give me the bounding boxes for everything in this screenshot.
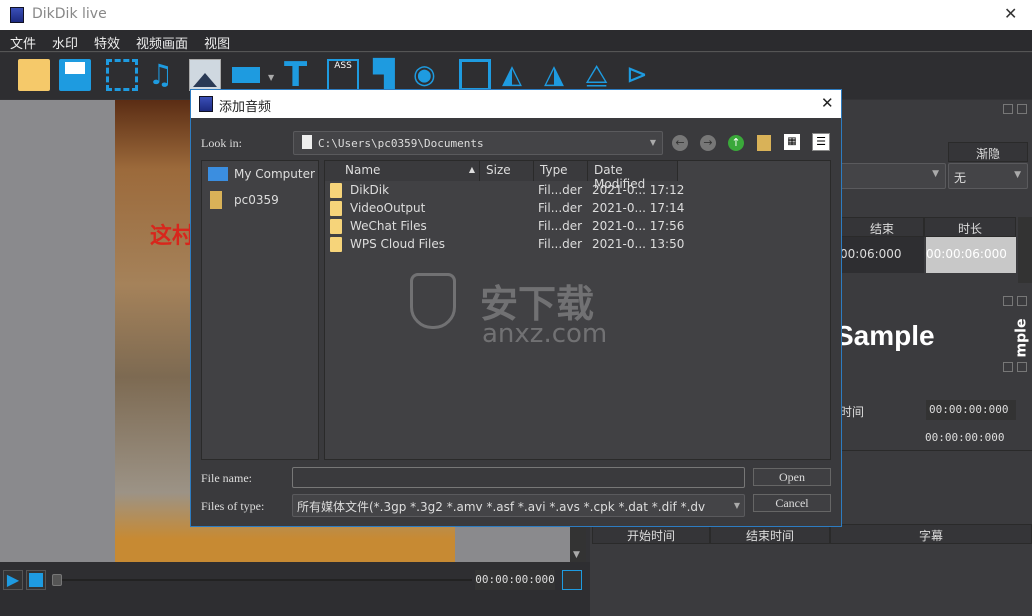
menu-watermark[interactable]: 水印 [42,30,84,52]
fade-header: 渐隐 [948,142,1028,162]
crop-icon[interactable] [459,59,491,91]
seek-bar[interactable] [62,579,472,581]
menu-video[interactable]: 视频画面 [126,30,194,52]
dialog-title-bar: 添加音频 ✕ [191,90,841,118]
col-subtitle: 字幕 [830,524,1032,544]
file-list: Name ▲ Size Type Date Modified DikDik Fil.… [324,160,831,460]
sample-vertical-text: mple [1013,318,1030,358]
col-start-time: 开始时间 [592,524,710,544]
sort-asc-icon: ▲ [468,165,475,174]
files-of-type-label: Files of type: [201,499,265,513]
forward-icon[interactable]: → [700,135,716,151]
duration-cell: 00:00:06:000 [926,237,1016,273]
ass-subtitle-icon[interactable]: ASS [327,59,359,91]
rotate-right-icon[interactable]: ◮ [544,59,576,91]
close-icon[interactable]: ✕ [1004,4,1017,23]
up-icon[interactable]: ↑ [728,135,744,151]
menu-effects[interactable]: 特效 [84,30,126,52]
player-controls: ▶ 00:00:00:000 [0,562,590,616]
time-readout: 00:00:00:000 [925,431,1005,444]
video-overlay-text: 这村 [150,224,195,249]
user-folder-icon [210,191,222,209]
place-my-computer[interactable]: My Computer [206,165,318,185]
film-icon[interactable] [106,59,138,91]
close-panel-icon[interactable] [1017,362,1027,372]
save-icon[interactable] [59,59,91,91]
image-icon[interactable] [189,59,221,91]
sample-preview-text: Sample [835,320,935,351]
menu-view[interactable]: 视图 [194,30,236,52]
flip-vertical-icon[interactable]: ⊳ [626,59,658,91]
chevron-down-icon[interactable]: ▼ [268,73,274,82]
places-sidebar: My Computer pc0359 [201,160,319,460]
cancel-button[interactable]: Cancel [753,494,831,512]
back-icon[interactable]: ← [672,135,688,151]
time-label: 时间 [840,405,865,419]
menu-file[interactable]: 文件 [0,30,42,52]
app-icon [199,96,213,112]
file-row[interactable]: WPS Cloud Files Fil...der 2021-0... 13:50 [325,235,830,253]
time-display: 00:00:00:000 [475,570,555,590]
rectangle-icon[interactable] [232,67,260,83]
new-folder-icon[interactable] [757,135,771,151]
col-date[interactable]: Date Modified [588,161,678,191]
end-time-input[interactable]: 00:06:000 [840,237,924,273]
close-panel-icon[interactable] [1017,296,1027,306]
look-in-combo[interactable]: C:\Users\pc0359\Documents ▼ [293,131,663,155]
dialog-title: 添加音频 [219,100,272,115]
folder-icon [330,183,342,198]
flip-horizontal-icon[interactable]: ⧋ [585,59,617,91]
col-end: 结束 [840,217,924,237]
float-icon[interactable] [1003,362,1013,372]
close-panel-icon[interactable] [1017,104,1027,114]
folder-icon [330,201,342,216]
file-name-input[interactable] [292,467,745,488]
files-of-type-select[interactable]: 所有媒体文件(*.3gp *.3g2 *.amv *.asf *.avi *.a… [292,494,745,517]
col-end-time: 结束时间 [710,524,830,544]
time-input[interactable]: 00:00:00:000 [926,400,1016,420]
list-view-icon[interactable]: ▦ [784,134,800,150]
menu-bar: 文件 水印 特效 视频画面 视图 [0,30,1032,52]
col-duration: 时长 [924,217,1016,237]
play-button[interactable]: ▶ [3,570,23,590]
place-user[interactable]: pc0359 [206,191,318,211]
title-bar: DikDik live ✕ [0,0,1032,30]
clock-icon[interactable] [562,570,582,590]
col-size[interactable]: Size [480,161,534,181]
rotate-left-icon[interactable]: ◭ [502,59,534,91]
app-title: DikDik live [32,6,107,22]
preview-background [0,100,115,562]
bucket-icon[interactable]: ◉ [413,59,445,91]
fade-select[interactable]: 无 ▼ [948,163,1028,189]
open-button[interactable]: Open [753,468,831,486]
seek-handle[interactable] [52,574,62,586]
float-icon[interactable] [1003,104,1013,114]
file-row[interactable]: WeChat Files Fil...der 2021-0... 17:56 [325,217,830,235]
chevron-down-icon: ▼ [649,138,656,147]
app-icon [10,7,24,23]
file-row[interactable]: VideoOutput Fil...der 2021-0... 17:14 [325,199,830,217]
file-name-label: File name: [201,471,252,485]
watermark: 安下载 anxz.com [410,273,710,353]
close-icon[interactable]: ✕ [821,94,834,112]
detail-view-icon[interactable]: ☰ [812,133,830,151]
computer-icon [208,167,228,181]
folder-icon [330,237,342,252]
music-icon[interactable]: ♫ [148,59,180,91]
add-audio-dialog: 添加音频 ✕ Look in: C:\Users\pc0359\Document… [190,89,842,527]
folder-open-icon[interactable] [18,59,50,91]
paint-roller-icon[interactable]: ▜ [373,59,405,91]
look-in-label: Look in: [201,136,242,150]
col-name[interactable]: Name ▲ [325,161,480,181]
stop-button[interactable] [26,570,46,590]
effect-select[interactable]: ▼ [840,163,946,189]
col-type[interactable]: Type [534,161,588,181]
table-scrollbar[interactable] [1018,217,1032,283]
float-icon[interactable] [1003,296,1013,306]
folder-icon [330,219,342,234]
text-icon[interactable]: T [284,58,316,92]
file-row[interactable]: DikDik Fil...der 2021-0... 17:12 [325,181,830,199]
document-icon [302,135,312,149]
